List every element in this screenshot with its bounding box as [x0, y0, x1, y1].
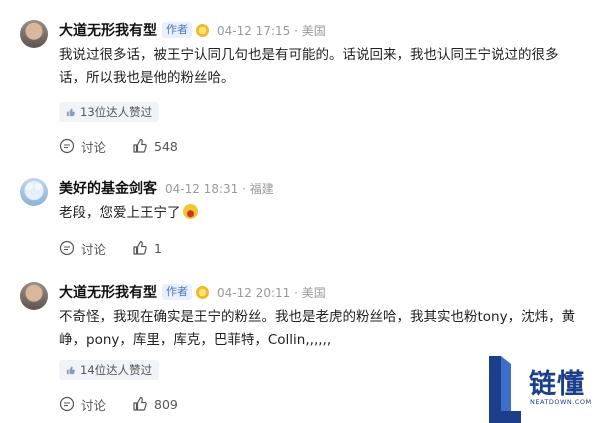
comment-meta: 04-12 18:31 · 福建	[165, 181, 274, 196]
discuss-label: 讨论	[81, 397, 107, 413]
thumb-up-icon	[66, 365, 75, 374]
comment-meta: 04-12 20:11 · 美国	[217, 285, 326, 300]
like-button[interactable]: 1	[132, 240, 162, 256]
discuss-button[interactable]: 讨论	[59, 137, 106, 156]
avatar[interactable]	[20, 282, 48, 310]
comment-actions: 讨论 809	[59, 395, 178, 413]
avatar[interactable]	[20, 20, 48, 48]
discuss-label: 讨论	[81, 241, 107, 257]
endorse-label: 13位达人赞过	[80, 105, 153, 119]
comment-actions: 讨论 1	[59, 239, 162, 257]
like-count: 809	[154, 396, 178, 412]
discuss-button[interactable]: 讨论	[59, 395, 106, 414]
logo-mark-icon	[489, 356, 521, 423]
thumb-up-icon	[133, 240, 147, 255]
watermark-site: NEATDOWN.COM	[530, 398, 592, 406]
discuss-label: 讨论	[81, 139, 107, 155]
comment-header: 美好的基金剑客 04-12 18:31 · 福建	[59, 178, 274, 198]
like-count: 1	[154, 240, 162, 256]
endorse-box[interactable]: 14位达人赞过	[59, 360, 160, 380]
laughing-emoji-icon	[182, 204, 198, 219]
author-badge: 作者	[162, 22, 192, 38]
comment-text: 我说过很多话，被王宁认同几句也是有可能的。话说回来，我也认同王宁说过的很多话，所…	[59, 47, 559, 86]
avatar[interactable]	[20, 178, 48, 206]
comment-actions: 讨论 548	[59, 137, 178, 155]
watermark-logo: 链懂 NEATDOWN.COM	[487, 356, 600, 423]
medal-icon	[196, 285, 209, 299]
author-badge: 作者	[162, 284, 192, 300]
comment-header: 大道无形我有型 作者 04-12 20:11 · 美国	[59, 282, 326, 302]
chat-bubble-icon	[59, 240, 75, 256]
watermark-brand: 链懂	[529, 369, 585, 400]
author-name[interactable]: 大道无形我有型	[59, 282, 157, 302]
comment-header: 大道无形我有型 作者 04-12 17:15 · 美国	[59, 20, 326, 40]
like-button[interactable]: 548	[132, 138, 178, 154]
thumb-up-icon	[66, 107, 75, 116]
chat-bubble-icon	[59, 138, 75, 154]
comment-text: 老段，您爱上王宁了	[59, 202, 579, 225]
comment-text-content: 老段，您爱上王宁了	[59, 205, 181, 221]
endorse-label: 14位达人赞过	[80, 363, 153, 377]
author-name[interactable]: 大道无形我有型	[59, 20, 157, 40]
author-name[interactable]: 美好的基金剑客	[59, 178, 157, 198]
like-count: 548	[154, 138, 178, 154]
thumb-up-icon	[133, 396, 147, 411]
discuss-button[interactable]: 讨论	[59, 239, 106, 258]
thumb-up-icon	[133, 138, 147, 153]
medal-icon	[196, 23, 209, 37]
endorse-box[interactable]: 13位达人赞过	[59, 102, 160, 122]
chat-bubble-icon	[59, 396, 75, 412]
comment-text: 不奇怪，我现在确实是王宁的粉丝。我也是老虎的粉丝哈，我其实也粉tony，沈炜，黄…	[59, 309, 576, 348]
comment-meta: 04-12 17:15 · 美国	[217, 23, 326, 38]
like-button[interactable]: 809	[132, 396, 178, 412]
